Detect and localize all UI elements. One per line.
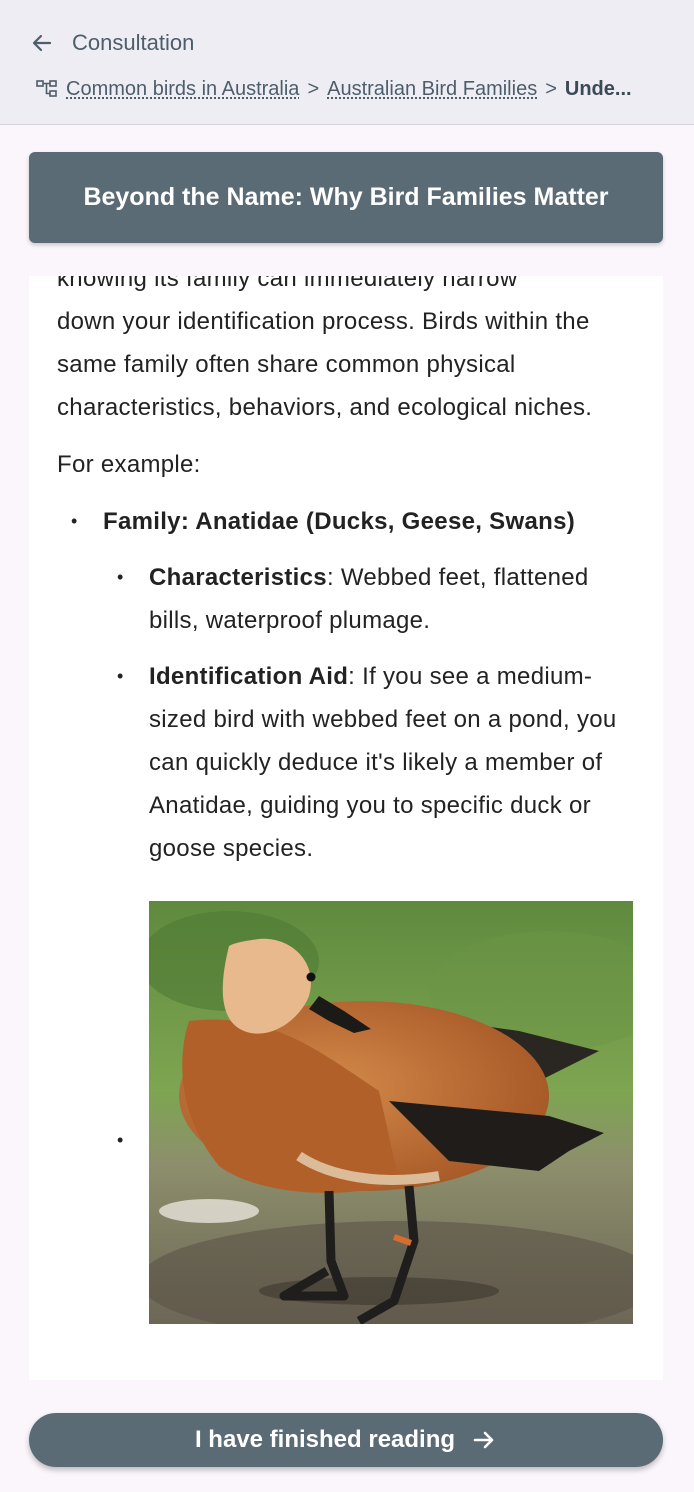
breadcrumb: Common birds in Australia > Australian B… <box>36 74 656 104</box>
list-item: Identification Aid: If you see a medium-… <box>103 655 637 870</box>
family-list: Family: Anatidae (Ducks, Geese, Swans) C… <box>57 500 637 1324</box>
breadcrumb-item-bird-families[interactable]: Australian Bird Families <box>327 78 537 101</box>
list-item: Family: Anatidae (Ducks, Geese, Swans) C… <box>57 500 637 1324</box>
arrow-left-icon <box>32 34 52 52</box>
arrow-right-icon <box>473 1431 494 1449</box>
list-item: Characteristics: Webbed feet, flattened … <box>103 556 637 642</box>
breadcrumb-separator: > <box>545 77 557 100</box>
intro-paragraph: down your identification process. Birds … <box>57 308 593 421</box>
breadcrumb-separator: > <box>307 77 320 100</box>
finished-reading-label: I have finished reading <box>194 1426 456 1453</box>
app-header: Consultation Common birds in Australia >… <box>0 0 694 125</box>
example-intro: For example: <box>57 451 201 478</box>
breadcrumb-item-common-birds[interactable]: Common birds in Australia <box>66 78 299 101</box>
reading-content[interactable]: knowing its family can immediately narro… <box>29 276 663 1380</box>
duck-photo <box>149 901 633 1324</box>
reading-text: knowing its family can immediately narro… <box>57 276 637 1324</box>
section-title-bar: Beyond the Name: Why Bird Families Matte… <box>29 152 663 243</box>
partial-line: knowing its family can immediately narro… <box>57 276 518 292</box>
breadcrumb-current: Unde... <box>564 77 632 100</box>
hierarchy-icon <box>36 80 57 97</box>
list-item <box>103 883 637 1324</box>
characteristics-label: Characteristics <box>149 564 327 591</box>
identification-aid-text: : If you see a medium-sized bird with we… <box>149 663 617 862</box>
section-title: Beyond the Name: Why Bird Families Matte… <box>83 183 609 211</box>
back-label: Consultation <box>72 30 195 55</box>
family-detail-list: Characteristics: Webbed feet, flattened … <box>103 556 637 1324</box>
duck-illustration <box>149 901 633 1324</box>
back-button[interactable]: Consultation <box>30 26 194 60</box>
family-heading: Family: Anatidae (Ducks, Geese, Swans) <box>103 508 576 535</box>
identification-aid-label: Identification Aid <box>149 663 349 690</box>
finished-reading-button[interactable]: I have finished reading <box>29 1413 663 1467</box>
